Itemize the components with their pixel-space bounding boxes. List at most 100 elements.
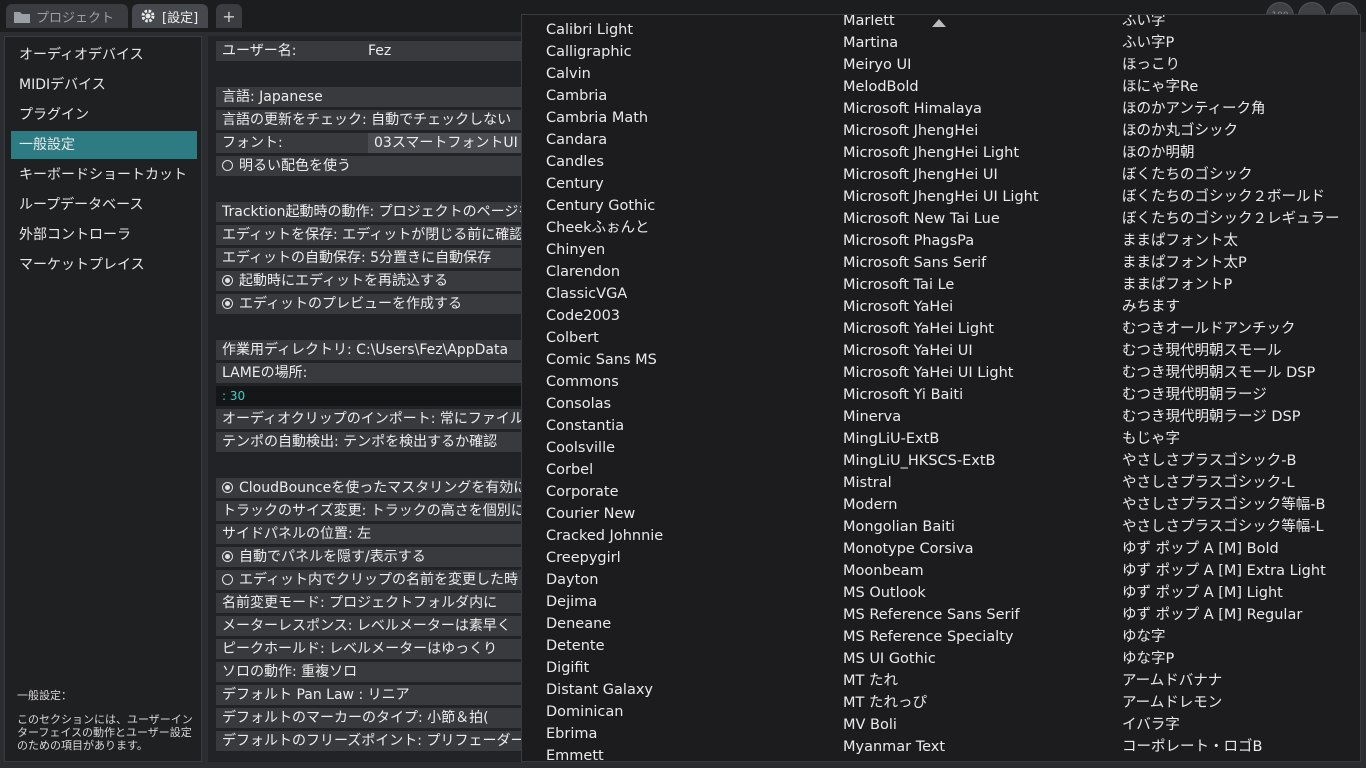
font-option[interactable]: むつき現代明朝スモール: [1122, 340, 1340, 362]
font-option[interactable]: アームドバナナ: [1122, 670, 1340, 692]
cloudbounce-toggle[interactable]: CloudBounceを使ったマスタリングを有効にする: [216, 478, 528, 498]
solo-behavior-select[interactable]: ソロの動作: 重複ソロ: [216, 662, 528, 682]
font-option[interactable]: MS Reference Sans Serif: [843, 604, 1039, 626]
font-option[interactable]: Calligraphic: [546, 41, 663, 63]
font-option[interactable]: Distant Galaxy: [546, 679, 663, 701]
font-option[interactable]: MingLiU-ExtB: [843, 428, 1039, 450]
sidebar-item-plugins[interactable]: プラグイン: [11, 101, 197, 129]
font-option[interactable]: Marlett: [843, 15, 1039, 32]
font-select[interactable]: 03スマートフォントUI: [368, 133, 528, 153]
font-option[interactable]: Microsoft YaHei UI Light: [843, 362, 1039, 384]
font-option[interactable]: Detente: [546, 635, 663, 657]
font-option[interactable]: MelodBold: [843, 76, 1039, 98]
font-option[interactable]: イバラ字: [1122, 714, 1340, 736]
language-select[interactable]: 言語: Japanese: [216, 87, 528, 107]
font-option[interactable]: Comic Sans MS: [546, 349, 663, 371]
font-option[interactable]: Consolas: [546, 393, 663, 415]
tempo-detect-select[interactable]: テンポの自動検出: テンポを検出するか確認: [216, 432, 528, 452]
side-panel-select[interactable]: サイドパネルの位置: 左: [216, 524, 528, 544]
preview-toggle[interactable]: エディットのプレビューを作成する: [216, 294, 528, 314]
font-option[interactable]: Microsoft Yi Baiti: [843, 384, 1039, 406]
rename-clip-toggle[interactable]: エディット内でクリップの名前を変更した時: [216, 570, 528, 590]
font-option[interactable]: むつきオールドアンチック: [1122, 318, 1340, 340]
font-option[interactable]: Microsoft PhagsPa: [843, 230, 1039, 252]
font-option[interactable]: Microsoft Himalaya: [843, 98, 1039, 120]
sidebar-item-general[interactable]: 一般設定: [11, 131, 197, 159]
font-option[interactable]: Microsoft YaHei UI: [843, 340, 1039, 362]
font-option[interactable]: Coolsville: [546, 437, 663, 459]
font-dropdown-list[interactable]: Calibri Light Calligraphic Calvin Cambria Ca…: [521, 14, 1361, 762]
font-option[interactable]: Cambria Math: [546, 107, 663, 129]
font-option[interactable]: Deneane: [546, 613, 663, 635]
track-resize-select[interactable]: トラックのサイズ変更: トラックの高さを個別に: [216, 501, 528, 521]
font-option[interactable]: Courier New: [546, 503, 663, 525]
font-option[interactable]: ままぱフォント太P: [1122, 252, 1340, 274]
font-option[interactable]: Myanmar Text: [843, 736, 1039, 758]
font-option[interactable]: ゆず ポップ A [M] Light: [1122, 582, 1340, 604]
font-option[interactable]: ゆず ポップ A [M] Regular: [1122, 604, 1340, 626]
font-option[interactable]: Moonbeam: [843, 560, 1039, 582]
font-option[interactable]: ふい字: [1122, 15, 1340, 32]
font-option[interactable]: ゆな字P: [1122, 648, 1340, 670]
font-option[interactable]: Calibri Light: [546, 19, 663, 41]
font-option[interactable]: ままぱフォント太: [1122, 230, 1340, 252]
font-option[interactable]: MS Outlook: [843, 582, 1039, 604]
font-option[interactable]: Monotype Corsiva: [843, 538, 1039, 560]
reload-edit-toggle[interactable]: 起動時にエディットを再読込する: [216, 271, 528, 291]
font-option[interactable]: ゆず ポップ A [M] Extra Light: [1122, 560, 1340, 582]
language-update-select[interactable]: 言語の更新をチェック: 自動でチェックしない: [216, 110, 528, 130]
marker-type-select[interactable]: デフォルトのマーカーのタイプ: 小節＆拍(: [216, 708, 528, 728]
auto-hide-toggle[interactable]: 自動でパネルを隠す/表示する: [216, 547, 528, 567]
font-option[interactable]: Calvin: [546, 63, 663, 85]
font-option[interactable]: Modern: [843, 494, 1039, 516]
sidebar-item-loop-database[interactable]: ループデータベース: [11, 191, 197, 219]
tab-project[interactable]: プロジェクト: [6, 4, 128, 28]
font-option[interactable]: むつき現代明朝ラージ: [1122, 384, 1340, 406]
font-option[interactable]: Minerva: [843, 406, 1039, 428]
font-option[interactable]: Candara: [546, 129, 663, 151]
font-option[interactable]: Digifit: [546, 657, 663, 679]
autosave-select[interactable]: エディットの自動保存: 5分置きに自動保存: [216, 248, 528, 268]
font-option[interactable]: やさしさプラスゴシック等幅-L: [1122, 516, 1340, 538]
save-edit-select[interactable]: エディットを保存: エディットが閉じる前に確認: [216, 225, 528, 245]
font-option[interactable]: Corbel: [546, 459, 663, 481]
pan-law-select[interactable]: デフォルト Pan Law : リニア: [216, 685, 528, 705]
font-option[interactable]: MV Boli: [843, 714, 1039, 736]
font-option[interactable]: ほっこり: [1122, 54, 1340, 76]
font-option[interactable]: MingLiU_HKSCS-ExtB: [843, 450, 1039, 472]
font-option[interactable]: ままぱフォントP: [1122, 274, 1340, 296]
font-option[interactable]: ほにゃ字Re: [1122, 76, 1340, 98]
font-option[interactable]: もじゃ字: [1122, 428, 1340, 450]
font-option[interactable]: Commons: [546, 371, 663, 393]
font-option[interactable]: Cambria: [546, 85, 663, 107]
clip-import-select[interactable]: オーディオクリップのインポート: 常にファイルをコピー: [216, 409, 528, 429]
font-option[interactable]: Microsoft Sans Serif: [843, 252, 1039, 274]
font-option[interactable]: Microsoft YaHei: [843, 296, 1039, 318]
font-option[interactable]: ふい字P: [1122, 32, 1340, 54]
freeze-point-select[interactable]: デフォルトのフリーズポイント: プリフェーダー: [216, 731, 528, 751]
font-option[interactable]: やさしさプラスゴシック-L: [1122, 472, 1340, 494]
font-option[interactable]: ぼくたちのゴシック: [1122, 164, 1340, 186]
sidebar-item-midi-devices[interactable]: MIDIデバイス: [11, 71, 197, 99]
font-option[interactable]: Chinyen: [546, 239, 663, 261]
tab-settings[interactable]: [設定]: [132, 4, 208, 28]
meter-response-select[interactable]: メーターレスポンス: レベルメーターは素早く: [216, 616, 528, 636]
font-option[interactable]: むつき現代明朝スモール DSP: [1122, 362, 1340, 384]
working-directory[interactable]: 作業用ディレクトリ: C:\Users\Fez\AppData: [216, 340, 528, 360]
font-option[interactable]: Clarendon: [546, 261, 663, 283]
peak-hold-select[interactable]: ピークホールド: レベルメーターはゆっくり: [216, 639, 528, 659]
font-option[interactable]: ゆな字: [1122, 626, 1340, 648]
font-option[interactable]: Colbert: [546, 327, 663, 349]
font-option[interactable]: MS UI Gothic: [843, 648, 1039, 670]
startup-action-select[interactable]: Tracktion起動時の動作: プロジェクトのページを表示: [216, 202, 528, 222]
font-option[interactable]: ほのかアンティーク角: [1122, 98, 1340, 120]
font-option[interactable]: コーポレート・ロゴB: [1122, 736, 1340, 758]
font-option[interactable]: Mistral: [843, 472, 1039, 494]
font-option[interactable]: やさしさプラスゴシック-B: [1122, 450, 1340, 472]
font-option[interactable]: MT たれ: [843, 670, 1039, 692]
font-option[interactable]: やさしさプラスゴシック等幅-B: [1122, 494, 1340, 516]
light-scheme-toggle[interactable]: 明るい配色を使う: [216, 156, 528, 176]
font-option[interactable]: むつき現代明朝ラージ DSP: [1122, 406, 1340, 428]
font-option[interactable]: Mongolian Baiti: [843, 516, 1039, 538]
font-option[interactable]: Emmett: [546, 745, 663, 761]
